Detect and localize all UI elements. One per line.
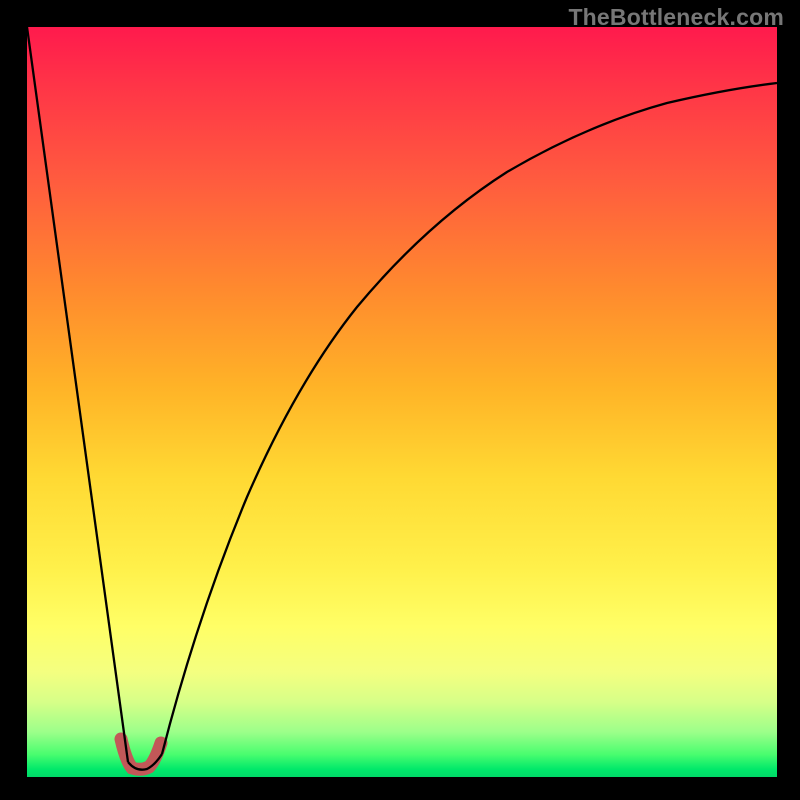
curve-right-branch — [162, 83, 777, 754]
curve-left-branch — [27, 27, 128, 762]
chart-frame: TheBottleneck.com — [0, 0, 800, 800]
bottleneck-curve — [27, 27, 777, 777]
plot-area — [27, 27, 777, 777]
